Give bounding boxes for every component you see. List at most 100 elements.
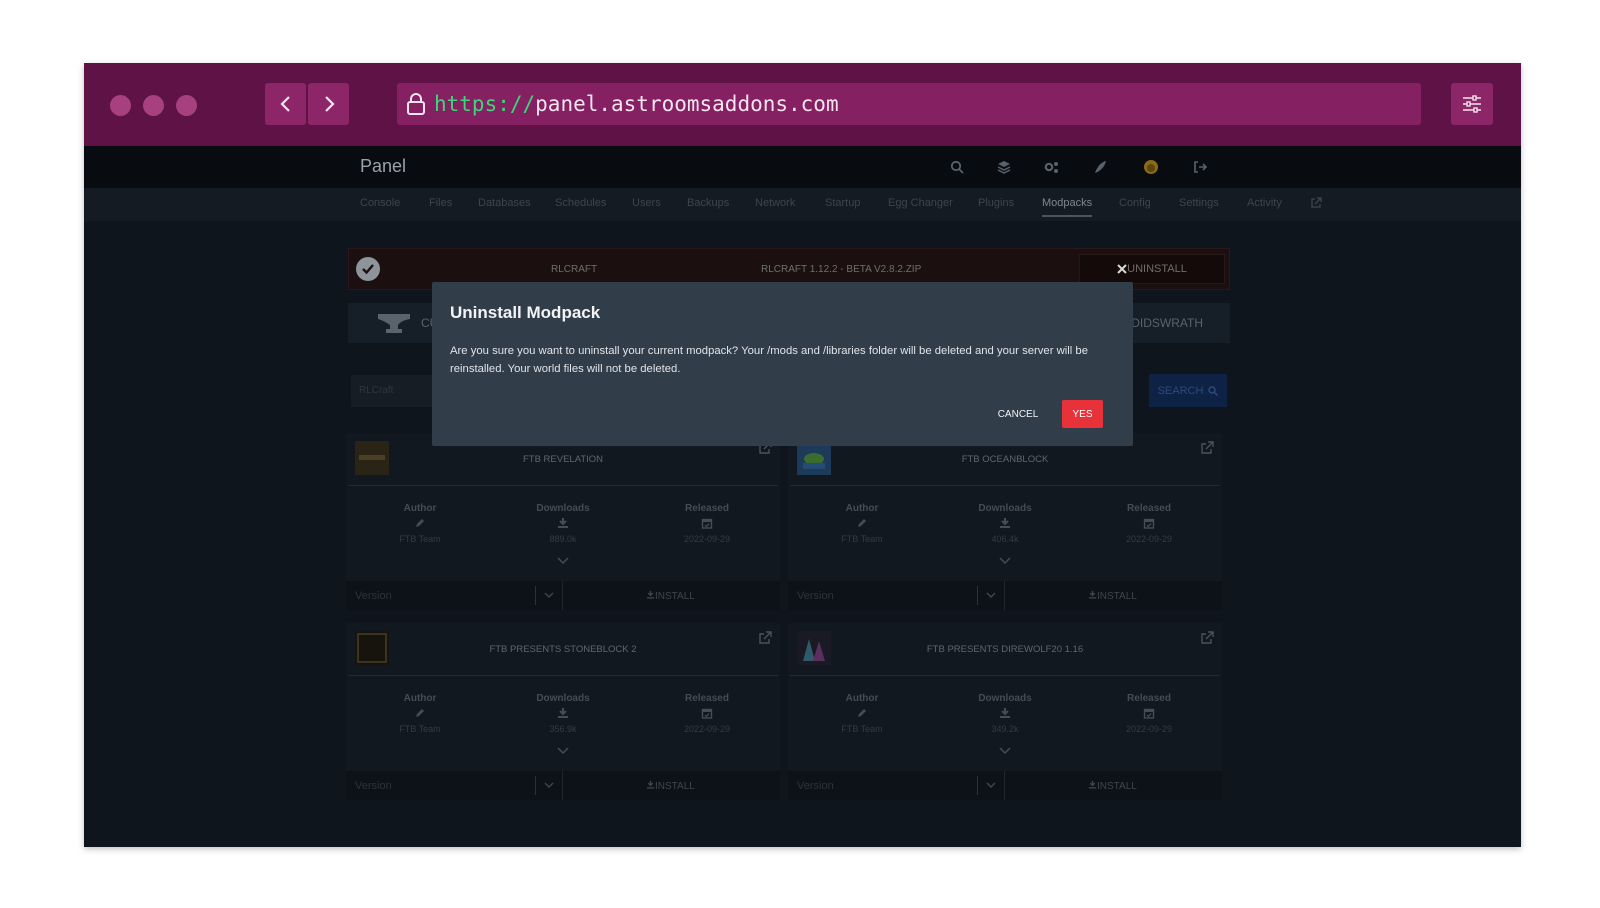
- external-link-icon[interactable]: [1200, 441, 1214, 455]
- modpack-card: FTB PRESENTS STONEBLOCK 2 Author FTB Tea…: [346, 623, 780, 800]
- modpack-card: FTB REVELATION Author FTB Team Downloads…: [346, 433, 780, 610]
- close-icon: [1117, 264, 1127, 274]
- version-select[interactable]: Version: [797, 780, 834, 792]
- external-link-icon[interactable]: [1200, 631, 1214, 645]
- tab-activity[interactable]: Activity: [1247, 197, 1282, 209]
- chevron-down-icon[interactable]: [544, 782, 554, 789]
- stat-released: Released 2022-09-29: [683, 503, 731, 544]
- feather-icon[interactable]: [1091, 158, 1109, 176]
- chevron-down-icon[interactable]: [999, 747, 1011, 755]
- pencil-icon: [416, 709, 424, 717]
- search-button[interactable]: SEARCH: [1149, 374, 1227, 407]
- card-divider: [790, 485, 1220, 486]
- browser-chrome: https://panel.astroomsaddons.com: [84, 63, 1521, 146]
- browser-menu-button[interactable]: [1451, 83, 1493, 125]
- modpack-card: FTB OCEANBLOCK Author FTB Team Downloads…: [788, 433, 1222, 610]
- tab-egg-changer[interactable]: Egg Changer: [888, 197, 953, 209]
- chevron-left-icon: [279, 96, 290, 112]
- install-button[interactable]: INSTALL: [646, 590, 695, 602]
- address-bar[interactable]: https://panel.astroomsaddons.com: [397, 83, 1421, 125]
- external-link-icon[interactable]: [758, 631, 772, 645]
- card-footer: Version INSTALL: [788, 771, 1222, 800]
- download-icon: [1000, 518, 1010, 528]
- download-icon: [1088, 780, 1097, 789]
- tab-backups[interactable]: Backups: [687, 197, 729, 209]
- download-icon: [558, 708, 568, 718]
- chevron-down-icon[interactable]: [557, 747, 569, 755]
- cancel-button[interactable]: CANCEL: [989, 401, 1047, 428]
- anvil-icon: [378, 314, 410, 333]
- external-link-icon[interactable]: [1310, 197, 1322, 209]
- card-divider: [790, 675, 1220, 676]
- url-protocol: https://: [434, 92, 536, 116]
- install-button[interactable]: INSTALL: [1088, 780, 1137, 792]
- panel-brand[interactable]: Panel: [360, 156, 406, 177]
- tab-config[interactable]: Config: [1119, 197, 1151, 209]
- installed-modpack-name: RLCRAFT: [551, 264, 598, 275]
- category-right[interactable]: DIDSWRATH: [1131, 316, 1203, 330]
- stat-downloads: Downloads 889.0k: [536, 503, 590, 544]
- modpack-title: FTB OCEANBLOCK: [961, 454, 1049, 465]
- tab-console[interactable]: Console: [360, 197, 400, 209]
- tab-settings[interactable]: Settings: [1179, 197, 1219, 209]
- stat-downloads: Downloads 406.4k: [978, 503, 1032, 544]
- url-host: panel.astroomsaddons.com: [535, 92, 839, 116]
- uninstall-button[interactable]: UNINSTALL: [1079, 254, 1225, 284]
- browser-window: https://panel.astroomsaddons.com Panel C…: [84, 63, 1521, 847]
- chevron-down-icon[interactable]: [986, 782, 996, 789]
- chevron-right-icon: [324, 96, 335, 112]
- chevron-down-icon[interactable]: [986, 592, 996, 599]
- install-button[interactable]: INSTALL: [1088, 590, 1137, 602]
- confirm-uninstall-button[interactable]: YES: [1062, 400, 1103, 428]
- pencil-icon: [858, 709, 866, 717]
- window-maximize-dot[interactable]: [176, 95, 197, 116]
- chevron-down-icon[interactable]: [999, 557, 1011, 565]
- chevron-down-icon[interactable]: [557, 557, 569, 565]
- stat-downloads: Downloads 349.2k: [978, 693, 1032, 734]
- tab-plugins[interactable]: Plugins: [978, 197, 1014, 209]
- server-subnav: Console Files Databases Schedules Users …: [84, 188, 1521, 221]
- sign-out-icon[interactable]: [1191, 158, 1209, 176]
- stat-downloads: Downloads 356.9k: [536, 693, 590, 734]
- tab-databases[interactable]: Databases: [478, 197, 531, 209]
- tab-network[interactable]: Network: [755, 197, 795, 209]
- card-footer: Version INSTALL: [346, 581, 780, 610]
- card-divider: [348, 485, 778, 486]
- forward-button[interactable]: [308, 83, 349, 125]
- chevron-down-icon[interactable]: [544, 592, 554, 599]
- download-icon: [1000, 708, 1010, 718]
- stat-author: Author FTB Team: [841, 693, 883, 734]
- tab-schedules[interactable]: Schedules: [555, 197, 606, 209]
- tab-startup[interactable]: Startup: [825, 197, 860, 209]
- modpack-title: FTB PRESENTS STONEBLOCK 2: [489, 644, 637, 655]
- layers-icon[interactable]: [995, 158, 1013, 176]
- avatar[interactable]: [1142, 158, 1160, 176]
- download-icon: [558, 518, 568, 528]
- cogs-icon[interactable]: [1043, 158, 1061, 176]
- version-select[interactable]: Version: [797, 590, 834, 602]
- stat-released: Released 2022-09-29: [1125, 693, 1173, 734]
- panel-topnav: Panel: [84, 146, 1521, 188]
- modal-title: Uninstall Modpack: [450, 303, 601, 322]
- tab-files[interactable]: Files: [429, 197, 452, 209]
- download-icon: [1088, 590, 1097, 599]
- pencil-icon: [858, 519, 866, 527]
- calendar-icon: [701, 518, 713, 529]
- window-close-dot[interactable]: [110, 95, 131, 116]
- back-button[interactable]: [265, 83, 306, 125]
- calendar-icon: [701, 708, 713, 719]
- tab-users[interactable]: Users: [632, 197, 661, 209]
- pencil-icon: [416, 519, 424, 527]
- modpack-title: FTB PRESENTS DIREWOLF20 1.16: [926, 644, 1084, 655]
- card-footer: Version INSTALL: [788, 581, 1222, 610]
- tab-modpacks[interactable]: Modpacks: [1042, 197, 1093, 217]
- stat-author: Author FTB Team: [399, 503, 441, 544]
- version-select[interactable]: Version: [355, 590, 392, 602]
- card-divider: [348, 675, 778, 676]
- install-button[interactable]: INSTALL: [646, 780, 695, 792]
- lock-icon: [407, 93, 425, 115]
- search-icon[interactable]: [948, 158, 966, 176]
- window-minimize-dot[interactable]: [143, 95, 164, 116]
- modpack-title: FTB REVELATION: [522, 454, 604, 465]
- version-select[interactable]: Version: [355, 780, 392, 792]
